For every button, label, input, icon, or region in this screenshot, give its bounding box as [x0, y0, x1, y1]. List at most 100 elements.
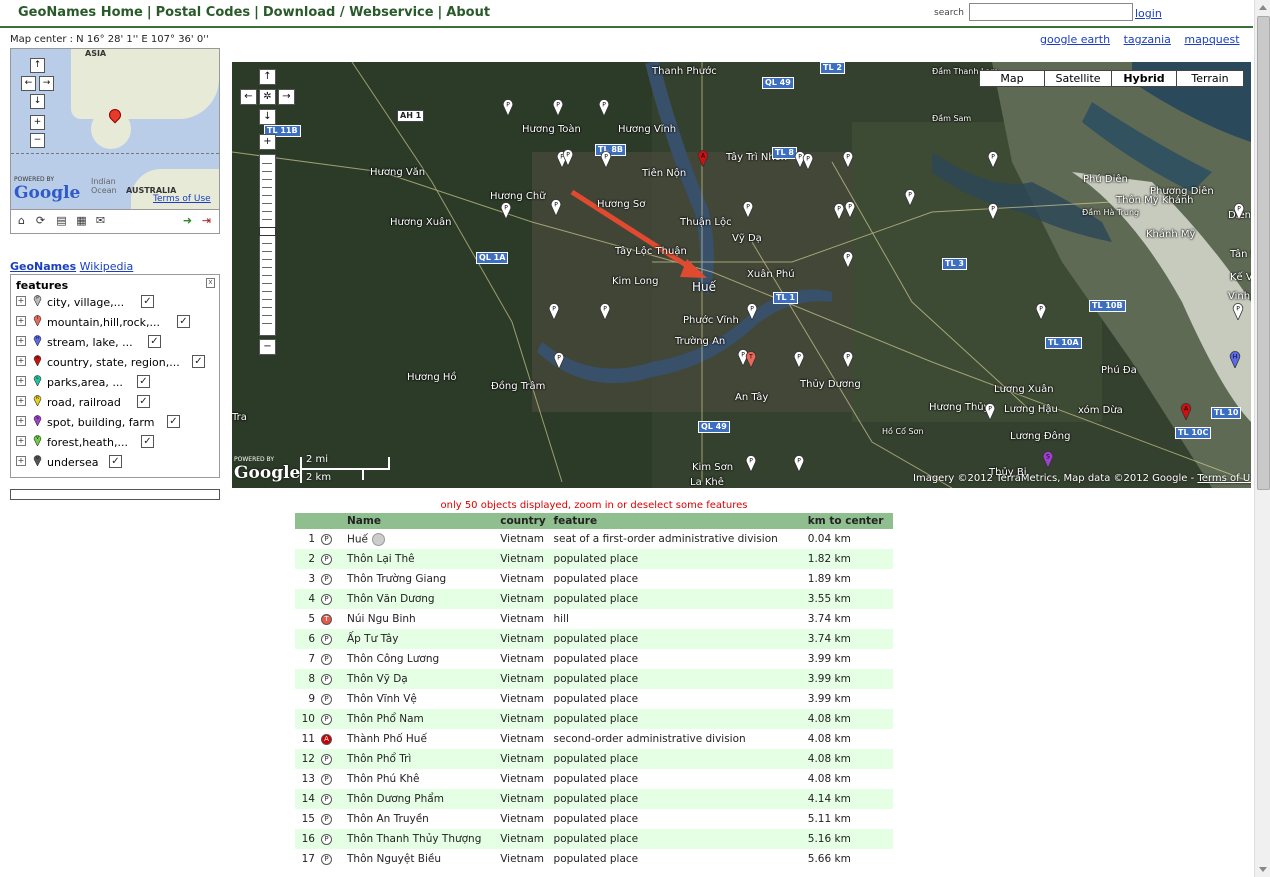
expand-icon[interactable]: +: [16, 336, 26, 346]
nav-download-webservice[interactable]: Download / Webservice: [263, 5, 434, 20]
refresh-icon[interactable]: ⟳: [34, 214, 47, 227]
pan-up-icon[interactable]: ↑: [30, 58, 45, 73]
wikipedia-globe-icon[interactable]: [372, 532, 386, 546]
feature-checkbox[interactable]: ✓: [141, 295, 154, 308]
nav-postal-codes[interactable]: Postal Codes: [156, 5, 251, 20]
place-name-link[interactable]: Thôn Công Lương: [347, 653, 439, 665]
feature-checkbox[interactable]: ✓: [137, 395, 150, 408]
feature-checkbox[interactable]: ✓: [192, 355, 205, 368]
home-icon[interactable]: ⌂: [15, 214, 28, 227]
overview-map[interactable]: ASIA AUSTRALIA Indian Ocean ↑ ← → ↓ + − …: [10, 48, 220, 210]
map-marker-icon[interactable]: S: [1042, 450, 1054, 468]
scroll-thumb[interactable]: [1257, 16, 1270, 490]
feature-checkbox[interactable]: ✓: [167, 415, 180, 428]
map-marker-icon[interactable]: P: [842, 250, 854, 268]
map-marker-icon[interactable]: P: [793, 454, 805, 472]
place-name-link[interactable]: Núi Ngu Binh: [347, 613, 416, 625]
map-marker-icon[interactable]: P: [746, 302, 758, 320]
place-name-link[interactable]: Thành Phố Huế: [347, 733, 427, 745]
map-marker-icon[interactable]: P: [553, 351, 565, 369]
place-name-link[interactable]: Ấp Tư Tây: [347, 633, 398, 645]
zoom-slider-handle[interactable]: [259, 227, 276, 236]
map-pan-down-icon[interactable]: ↓: [259, 109, 276, 125]
feature-checkbox[interactable]: ✓: [109, 455, 122, 468]
map-marker-icon[interactable]: P: [1035, 302, 1047, 320]
place-name-link[interactable]: Thôn Phú Khê: [347, 773, 419, 785]
map-zoom-out-icon[interactable]: −: [259, 339, 276, 355]
login-link[interactable]: login: [1135, 7, 1162, 20]
mapquest-link[interactable]: mapquest: [1184, 33, 1239, 46]
place-name-link[interactable]: Thôn An Truyền: [347, 813, 429, 825]
map-marker-icon[interactable]: P: [1232, 302, 1244, 320]
geonames-source-link[interactable]: GeoNames: [10, 260, 76, 273]
go-arrow-icon[interactable]: ➜: [181, 214, 194, 227]
close-icon[interactable]: x: [206, 278, 215, 288]
map-type-satellite[interactable]: Satellite: [1044, 70, 1112, 87]
document-icon[interactable]: ▤: [55, 214, 68, 227]
map-marker-icon[interactable]: P: [987, 150, 999, 168]
map-terms-link[interactable]: Terms of Use: [1197, 473, 1251, 484]
pan-down-icon[interactable]: ↓: [30, 94, 45, 109]
map-type-map[interactable]: Map: [979, 70, 1045, 87]
main-map[interactable]: Thanh Phước Hương Toàn Hương Vĩnh Tây Trì N…: [232, 62, 1251, 488]
map-marker-icon[interactable]: P: [552, 98, 564, 116]
map-marker-icon[interactable]: P: [600, 150, 612, 168]
expand-icon[interactable]: +: [16, 316, 26, 326]
expand-icon[interactable]: +: [16, 456, 26, 466]
map-marker-icon[interactable]: P: [793, 350, 805, 368]
map-marker-icon[interactable]: P: [844, 200, 856, 218]
map-type-hybrid[interactable]: Hybrid: [1111, 70, 1177, 87]
place-name-link[interactable]: Thôn Thanh Thủy Thượng: [347, 833, 481, 845]
map-marker-icon[interactable]: P: [1233, 202, 1245, 220]
pan-right-icon[interactable]: →: [39, 76, 54, 91]
zoom-out-icon[interactable]: −: [30, 133, 45, 148]
overview-terms-link[interactable]: Terms of Use: [153, 194, 211, 204]
page-scrollbar[interactable]: [1254, 0, 1270, 877]
expand-icon[interactable]: +: [16, 396, 26, 406]
map-marker-icon[interactable]: P: [745, 454, 757, 472]
map-marker-icon[interactable]: P: [984, 402, 996, 420]
map-marker-icon[interactable]: P: [802, 152, 814, 170]
place-name-link[interactable]: Thôn Văn Dương: [347, 593, 435, 605]
tagzania-link[interactable]: tagzania: [1124, 33, 1171, 46]
place-name-link[interactable]: Thôn Nguyệt Biều: [347, 853, 441, 865]
expand-icon[interactable]: +: [16, 296, 26, 306]
place-name-link[interactable]: Thôn Trường Giang: [347, 573, 446, 585]
exit-icon[interactable]: ⇥: [200, 214, 213, 227]
place-name-link[interactable]: Thôn Dương Phẩm: [347, 793, 444, 805]
nav-geonames-home[interactable]: GeoNames Home: [18, 5, 143, 20]
place-name-link[interactable]: Huế: [347, 533, 368, 545]
map-marker-icon[interactable]: A: [697, 149, 709, 167]
map-marker-icon[interactable]: H: [1229, 350, 1241, 368]
feature-checkbox[interactable]: ✓: [177, 315, 190, 328]
map-marker-icon[interactable]: T: [745, 350, 757, 368]
feature-checkbox[interactable]: ✓: [141, 435, 154, 448]
feature-checkbox[interactable]: ✓: [148, 335, 161, 348]
map-pan-up-icon[interactable]: ↑: [259, 69, 276, 85]
google-earth-link[interactable]: google earth: [1040, 33, 1110, 46]
expand-icon[interactable]: +: [16, 356, 26, 366]
map-marker-icon[interactable]: P: [599, 302, 611, 320]
place-name-link[interactable]: Thôn Vĩnh Vệ: [347, 693, 417, 705]
map-marker-icon[interactable]: P: [987, 202, 999, 220]
map-marker-icon[interactable]: P: [548, 302, 560, 320]
map-marker-icon[interactable]: P: [598, 98, 610, 116]
place-name-link[interactable]: Thôn Phổ Nam: [347, 713, 424, 725]
map-marker-icon[interactable]: A: [1180, 402, 1192, 420]
scroll-up-icon[interactable]: [1259, 5, 1267, 10]
place-name-link[interactable]: Thôn Vỹ Dạ: [347, 673, 408, 685]
nav-about[interactable]: About: [446, 5, 490, 20]
search-input[interactable]: [969, 3, 1133, 21]
map-pan-left-icon[interactable]: ←: [240, 89, 257, 105]
wikipedia-source-link[interactable]: Wikipedia: [80, 260, 134, 273]
expand-icon[interactable]: +: [16, 416, 26, 426]
expand-icon[interactable]: +: [16, 436, 26, 446]
place-name-link[interactable]: Thôn Phổ Trì: [347, 753, 411, 765]
map-marker-icon[interactable]: P: [842, 150, 854, 168]
map-center-icon[interactable]: ✲: [259, 89, 276, 105]
map-marker-icon[interactable]: P: [742, 200, 754, 218]
zoom-slider[interactable]: [259, 154, 276, 336]
map-type-terrain[interactable]: Terrain: [1176, 70, 1244, 87]
map-zoom-in-icon[interactable]: +: [259, 134, 276, 150]
map-marker-icon[interactable]: P: [550, 198, 562, 216]
